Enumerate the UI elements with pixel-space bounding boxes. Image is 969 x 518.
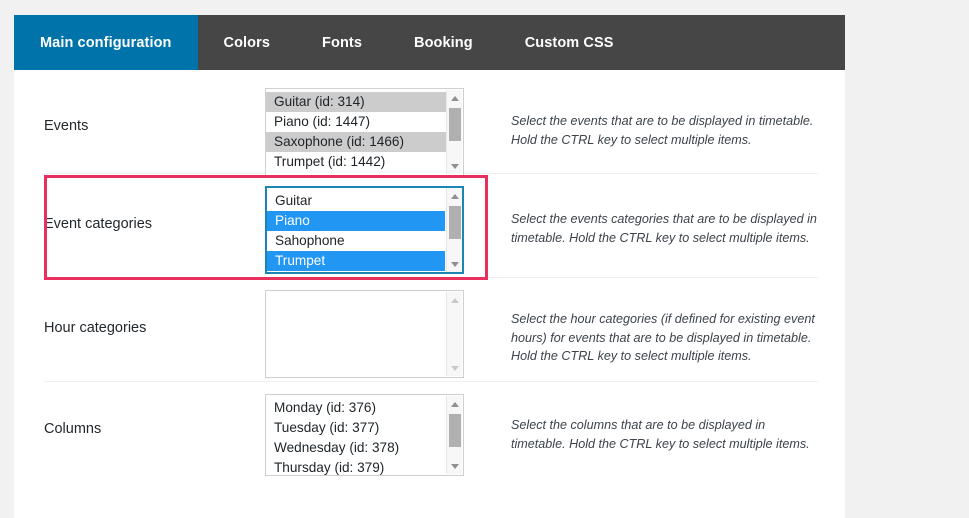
scrollbar[interactable]	[446, 292, 462, 376]
select-option[interactable]: Tuesday (id: 377)	[266, 418, 446, 438]
select-option[interactable]: Trumpet (id: 1442)	[266, 152, 446, 172]
setting-field	[265, 290, 472, 378]
setting-label: Events	[44, 118, 89, 134]
multi-select-hour-categories[interactable]	[265, 290, 464, 378]
setting-label: Hour categories	[44, 320, 147, 336]
select-option[interactable]: Trumpet	[267, 251, 445, 271]
setting-description: Select the events that are to be display…	[511, 114, 814, 147]
setting-row: Events Guitar (id: 314) Piano (id: 1447) Sa…	[44, 70, 818, 176]
scrollbar-thumb[interactable]	[449, 108, 461, 141]
multi-select-columns[interactable]: Monday (id: 376) Tuesday (id: 377) Wednesd…	[265, 394, 464, 476]
tab-fonts[interactable]: Fonts	[296, 15, 388, 70]
setting-field: Guitar Piano Sahophone Trumpet	[265, 186, 472, 274]
setting-field: Monday (id: 376) Tuesday (id: 377) Wednesd…	[265, 394, 472, 476]
scroll-up-arrow-icon[interactable]	[447, 90, 463, 106]
setting-row: Hour categories Select the hour categorie…	[44, 278, 818, 382]
setting-row: Columns Monday (id: 376) Tuesday (id: 377)…	[44, 382, 818, 476]
tab-colors[interactable]: Colors	[198, 15, 297, 70]
tab-main-configuration[interactable]: Main configuration	[14, 15, 198, 70]
select-option[interactable]: Guitar (id: 314)	[266, 92, 446, 112]
setting-description: Select the events categories that are to…	[511, 212, 817, 245]
scroll-up-arrow-icon[interactable]	[447, 396, 463, 412]
app-screen: Main configuration Colors Fonts Booking Cust…	[0, 0, 969, 518]
setting-field: Guitar (id: 314) Piano (id: 1447) Saxophon…	[265, 88, 472, 176]
setting-row: Event categories Guitar Piano Sahophone Trum…	[44, 174, 818, 278]
option-list: Guitar Piano Sahophone Trumpet	[267, 188, 462, 271]
select-option[interactable]: Monday (id: 376)	[266, 398, 446, 418]
scrollbar[interactable]	[446, 396, 462, 474]
select-option[interactable]: Guitar	[267, 191, 445, 211]
tab-custom-css[interactable]: Custom CSS	[499, 15, 640, 70]
option-list: Monday (id: 376) Tuesday (id: 377) Wednesd…	[266, 395, 463, 475]
scroll-down-arrow-icon[interactable]	[447, 256, 462, 272]
option-list: Guitar (id: 314) Piano (id: 1447) Saxophon…	[266, 89, 463, 172]
tab-booking[interactable]: Booking	[388, 15, 499, 70]
select-option[interactable]: Sahophone	[267, 231, 445, 251]
select-option[interactable]: Thursday (id: 379)	[266, 458, 446, 475]
setting-label: Columns	[44, 421, 102, 437]
scrollbar-thumb[interactable]	[449, 206, 461, 239]
settings-tab-bar: Main configuration Colors Fonts Booking Cust…	[14, 15, 845, 70]
settings-panel: Events Guitar (id: 314) Piano (id: 1447) Sa…	[14, 70, 845, 518]
scrollbar[interactable]	[446, 90, 462, 174]
select-option[interactable]: Piano	[267, 211, 445, 231]
scroll-up-arrow-icon[interactable]	[447, 292, 463, 308]
scroll-down-arrow-icon[interactable]	[447, 458, 463, 474]
scroll-down-arrow-icon[interactable]	[447, 360, 463, 376]
settings-rows: Events Guitar (id: 314) Piano (id: 1447) Sa…	[44, 70, 818, 476]
scrollbar-thumb[interactable]	[449, 414, 461, 447]
select-option[interactable]: Wednesday (id: 378)	[266, 438, 446, 458]
setting-description: Select the hour categories (if defined f…	[511, 312, 815, 363]
scrollbar[interactable]	[446, 188, 462, 272]
setting-description: Select the columns that are to be displa…	[511, 418, 810, 451]
setting-label: Event categories	[44, 216, 153, 232]
scroll-up-arrow-icon[interactable]	[447, 188, 462, 204]
option-list	[266, 291, 463, 294]
multi-select-events[interactable]: Guitar (id: 314) Piano (id: 1447) Saxophon…	[265, 88, 464, 176]
multi-select-event-categories[interactable]: Guitar Piano Sahophone Trumpet	[265, 186, 464, 274]
select-option[interactable]: Saxophone (id: 1466)	[266, 132, 446, 152]
select-option[interactable]: Piano (id: 1447)	[266, 112, 446, 132]
scroll-down-arrow-icon[interactable]	[447, 158, 463, 174]
